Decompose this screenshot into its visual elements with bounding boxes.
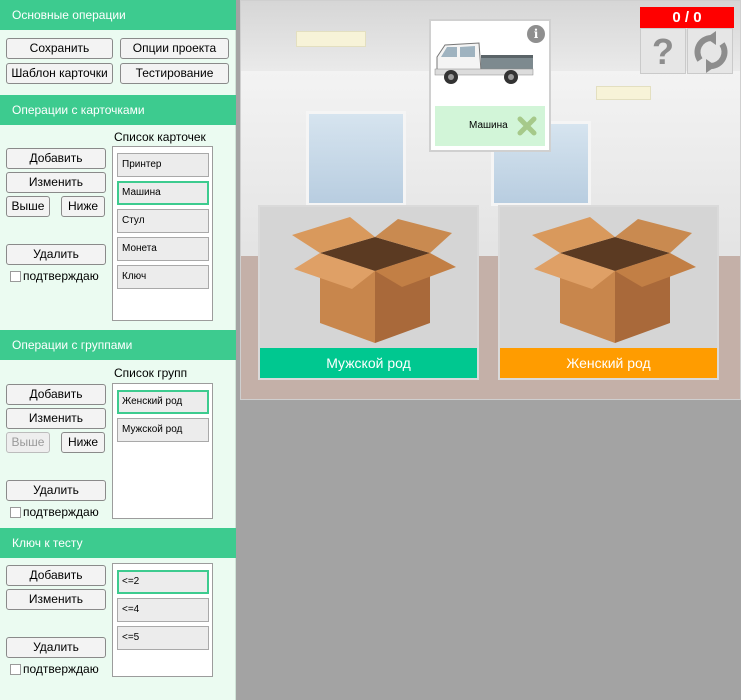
current-card[interactable]: i Машина [429, 19, 551, 152]
card-list-title: Список карточек [114, 130, 206, 144]
card-label: Машина [435, 106, 545, 146]
key-list-item[interactable]: <=2 [117, 570, 209, 594]
project-options-button[interactable]: Опции проекта [120, 38, 229, 59]
save-button[interactable]: Сохранить [6, 38, 113, 59]
group-label-feminine: Женский род [500, 348, 717, 378]
edit-key-button[interactable]: Изменить [6, 589, 106, 610]
key-list: <=2 <=4 <=5 [112, 563, 213, 677]
group-list-title: Список групп [114, 366, 188, 380]
score-display: 0 / 0 [640, 7, 734, 28]
key-list-item[interactable]: <=5 [117, 626, 209, 650]
card-list-item[interactable]: Ключ [117, 265, 209, 289]
group-list-item[interactable]: Женский род [117, 390, 209, 414]
card-up-button[interactable]: Выше [6, 196, 50, 217]
group-operations-header: Операции с группами [0, 330, 236, 360]
truck-image [434, 42, 534, 84]
room-window [306, 111, 406, 206]
card-operations-header: Операции с карточками [0, 95, 236, 125]
delete-card-button[interactable]: Удалить [6, 244, 106, 265]
group-box-background [500, 207, 717, 349]
add-group-button[interactable]: Добавить [6, 384, 106, 405]
card-list-item[interactable]: Принтер [117, 153, 209, 177]
edit-card-button[interactable]: Изменить [6, 172, 106, 193]
help-button[interactable]: ? [640, 28, 686, 74]
card-list-item[interactable]: Монета [117, 237, 209, 261]
cross-icon[interactable] [517, 116, 537, 136]
group-label-masculine: Мужской род [260, 348, 477, 378]
ceiling-lamp [296, 31, 366, 47]
delete-group-button[interactable]: Удалить [6, 480, 106, 501]
confirm-key-delete-checkbox[interactable] [10, 664, 21, 675]
test-key-header: Ключ к тесту [0, 528, 236, 558]
sidebar: Основные операции Сохранить Опции проект… [0, 0, 236, 700]
confirm-group-delete-checkbox[interactable] [10, 507, 21, 518]
group-list: Женский род Мужской род [112, 383, 213, 519]
card-down-button[interactable]: Ниже [61, 196, 105, 217]
confirm-card-delete-label: подтверждаю [23, 269, 99, 283]
box-icon [292, 217, 456, 343]
group-down-button[interactable]: Ниже [61, 432, 105, 453]
delete-key-button[interactable]: Удалить [6, 637, 106, 658]
question-icon: ? [652, 31, 674, 72]
group-up-button[interactable]: Выше [6, 432, 50, 453]
group-box-masculine[interactable]: Мужской род [258, 205, 479, 380]
card-list: Принтер Машина Стул Монета Ключ [112, 146, 213, 321]
reset-button[interactable] [687, 28, 733, 74]
group-box-feminine[interactable]: Женский род [498, 205, 719, 380]
confirm-key-delete-label: подтверждаю [23, 662, 99, 676]
game-stage: i Машина Мужской род Женский род 0 / 0 ? [240, 0, 741, 400]
box-icon [532, 217, 696, 343]
add-card-button[interactable]: Добавить [6, 148, 106, 169]
testing-button[interactable]: Тестирование [120, 63, 229, 84]
card-list-item[interactable]: Стул [117, 209, 209, 233]
ceiling-lamp [596, 86, 651, 100]
refresh-icon [694, 31, 728, 73]
add-key-button[interactable]: Добавить [6, 565, 106, 586]
confirm-card-delete-checkbox[interactable] [10, 271, 21, 282]
key-list-item[interactable]: <=4 [117, 598, 209, 622]
card-name: Машина [469, 120, 508, 131]
card-list-item[interactable]: Машина [117, 181, 209, 205]
confirm-group-delete-label: подтверждаю [23, 505, 99, 519]
group-box-background [260, 207, 477, 349]
group-list-item[interactable]: Мужской род [117, 418, 209, 442]
edit-group-button[interactable]: Изменить [6, 408, 106, 429]
basic-operations-header: Основные операции [0, 0, 236, 30]
card-template-button[interactable]: Шаблон карточки [6, 63, 113, 84]
